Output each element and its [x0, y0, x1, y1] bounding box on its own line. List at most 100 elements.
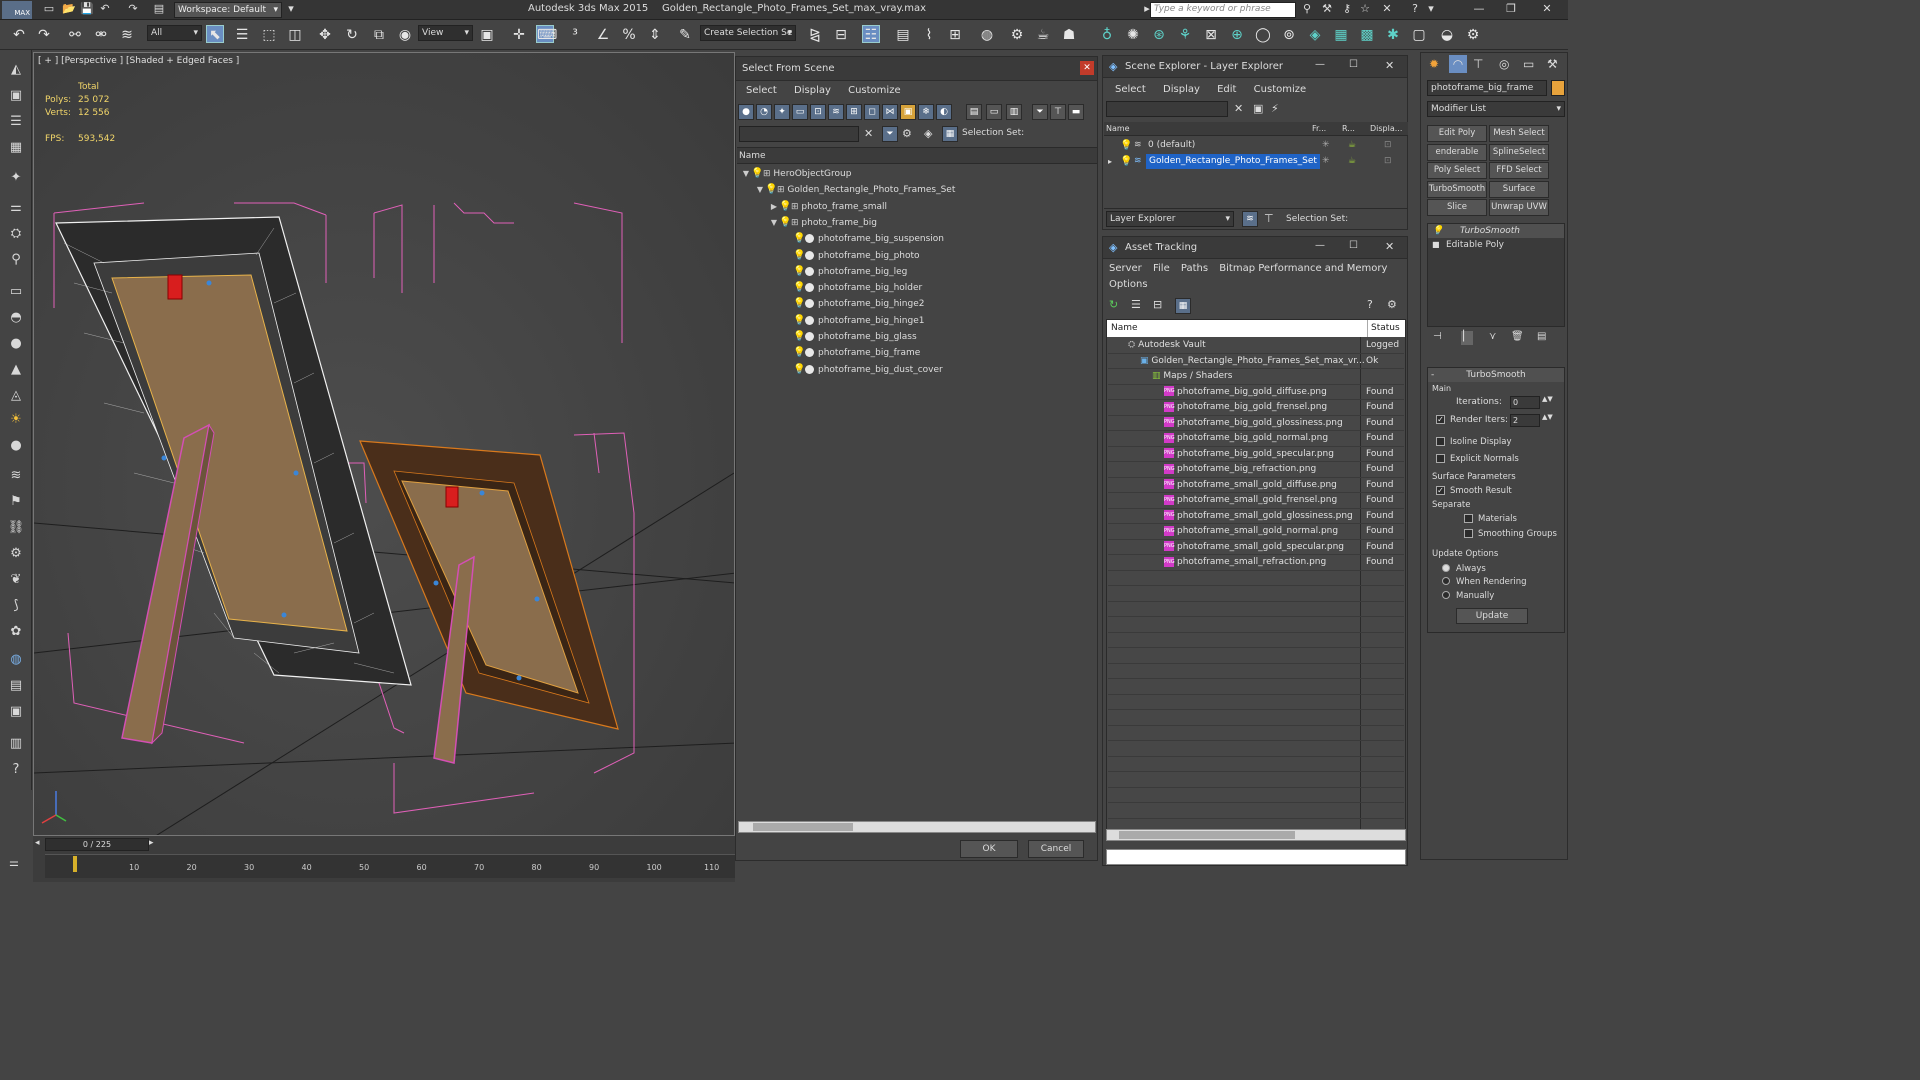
close-icon[interactable]: ✕ [1540, 2, 1554, 16]
hemisphere-icon[interactable]: ◓ [5, 308, 27, 328]
light-bulb-icon[interactable]: ♁ [1098, 26, 1116, 44]
horizontal-scrollbar[interactable] [738, 821, 1096, 833]
asset-row[interactable]: PNG photoframe_big_gold_frensel.png Found [1108, 400, 1404, 416]
chevron-down-icon[interactable]: ▼ [769, 215, 779, 231]
layer-visibility-icon[interactable]: 💡 [1120, 154, 1132, 169]
vray-mesh-icon[interactable]: ⊕ [1228, 26, 1246, 44]
modifier-button[interactable]: Poly Select [1427, 162, 1487, 180]
funnel-icon[interactable]: ⏷ [1032, 104, 1048, 120]
shell-icon[interactable]: ✿ [5, 622, 27, 642]
at-menu-bitmap[interactable]: Bitmap Performance and Memory [1219, 263, 1387, 274]
at-help-icon[interactable]: ? [1367, 298, 1373, 311]
at-minimize-icon[interactable]: — [1315, 240, 1325, 251]
tree-row[interactable]: 💡 photoframe_big_glass [737, 329, 1097, 345]
motion-tab-icon[interactable]: ◎ [1499, 57, 1509, 71]
filter-groups-icon[interactable]: ⊞ [846, 104, 862, 120]
modifier-button[interactable]: TurboSmooth [1427, 180, 1487, 198]
tools-icon[interactable]: ⚒ [1320, 2, 1334, 16]
update-button[interactable]: Update [1456, 608, 1528, 624]
visibility-bulb-icon[interactable]: 💡 [793, 280, 805, 296]
plane-icon[interactable]: ▭ [5, 282, 27, 302]
chevron-down-icon[interactable]: ▼ [755, 182, 765, 198]
key-icon[interactable]: ⚷ [1340, 2, 1354, 16]
col-status[interactable]: Status [1367, 320, 1400, 337]
restore-icon[interactable]: ❐ [1504, 2, 1518, 16]
at-menu-server[interactable]: Server [1109, 263, 1142, 274]
undo-icon[interactable]: ↶ [10, 26, 28, 44]
percent-snap-icon[interactable]: % [620, 26, 638, 44]
tree-row[interactable]: 💡 photoframe_big_suspension [737, 231, 1097, 247]
time-prev-icon[interactable]: ◂ [35, 838, 40, 848]
filter-toggle-icon[interactable]: ⏷ [882, 126, 898, 142]
cancel-button[interactable]: Cancel [1028, 840, 1084, 858]
vray-proxy-icon[interactable]: ⊠ [1202, 26, 1220, 44]
visibility-bulb-icon[interactable]: 💡 [793, 296, 805, 312]
move-icon[interactable]: ✥ [316, 26, 334, 44]
stack-item-editable-poly[interactable]: ■ Editable Poly [1428, 238, 1564, 252]
tree-row[interactable]: 💡 photoframe_big_leg [737, 264, 1097, 280]
selection-filter-select[interactable]: All [147, 25, 202, 41]
unlink-icon[interactable]: ⚮ [92, 26, 110, 44]
flow-icon[interactable]: ⛓ [5, 518, 27, 538]
render-iters-spin-icon[interactable]: ▲▼ [1542, 413, 1553, 421]
list-icon[interactable]: ☰ [5, 112, 27, 132]
pin-stack-icon[interactable]: ⊣ [1433, 331, 1442, 342]
tree-row[interactable]: ▼ 💡⊞ HeroObjectGroup [737, 166, 1097, 182]
time-next-icon[interactable]: ▸ [149, 838, 154, 848]
globe-icon[interactable]: ◍ [5, 650, 27, 670]
schematic-view-icon[interactable]: ⊞ [946, 26, 964, 44]
show-end-result-icon[interactable]: ▏ [1461, 331, 1473, 345]
hierarchy-filter-icon[interactable]: ⊤ [1050, 104, 1066, 120]
binoculars-icon[interactable]: ⚲ [1300, 2, 1314, 16]
pivot-center-icon[interactable]: ▣ [478, 26, 496, 44]
modifier-button[interactable]: Mesh Select [1489, 125, 1549, 142]
clipboard-icon[interactable]: ▥ [5, 734, 27, 754]
modifier-list-select[interactable]: Modifier List [1427, 101, 1565, 117]
cloth-icon[interactable]: ⚑ [5, 492, 27, 512]
display-box-icon[interactable]: ⊡ [1384, 138, 1392, 153]
visibility-bulb-icon[interactable]: 💡 [779, 199, 791, 215]
physx-icon[interactable]: ⚙ [5, 544, 27, 564]
layer-manager-icon[interactable]: ☷ [862, 25, 880, 43]
se-col-name[interactable]: Name [1106, 122, 1130, 136]
save-icon[interactable]: 💾 [80, 2, 94, 16]
sphere-icon[interactable]: ● [5, 334, 27, 354]
vray-sphere-icon[interactable]: ◯ [1254, 26, 1272, 44]
visibility-bulb-icon[interactable]: 💡 [793, 362, 805, 378]
tree-row[interactable]: 💡 photoframe_big_photo [737, 248, 1097, 264]
at-settings-icon[interactable]: ⚙ [1387, 298, 1397, 311]
asset-row[interactable]: PNG photoframe_big_gold_specular.png Found [1108, 447, 1404, 462]
iterations-spin-icon[interactable]: ▲▼ [1542, 395, 1553, 403]
always-radio[interactable] [1442, 563, 1454, 574]
asset-row[interactable]: PNG photoframe_small_gold_frensel.png Foun… [1108, 493, 1404, 509]
se-menu-select[interactable]: Select [1115, 84, 1146, 95]
light-icon[interactable]: ✦ [5, 168, 27, 188]
filter-bones-icon[interactable]: ⋈ [882, 104, 898, 120]
path-field[interactable] [1106, 849, 1406, 865]
filter-lights-icon[interactable]: ✦ [774, 104, 790, 120]
rollout-collapse-icon[interactable]: - [1431, 368, 1434, 382]
clear-find-icon[interactable]: ✕ [864, 127, 873, 140]
se-find-input[interactable] [1106, 101, 1228, 117]
layer-explorer-icon[interactable]: ≋ [1242, 211, 1258, 227]
when-rendering-radio[interactable] [1442, 576, 1454, 587]
vray-camera-icon[interactable]: ⊛ [1150, 26, 1168, 44]
se-col-freeze[interactable]: Fr... [1312, 122, 1326, 136]
help-icon[interactable]: ? [1408, 2, 1422, 16]
visibility-bulb-icon[interactable]: 💡 [793, 248, 805, 264]
se-col-display[interactable]: Displa... [1370, 122, 1402, 136]
object-color-swatch[interactable] [1551, 80, 1565, 96]
filter-containers-icon[interactable]: ▣ [900, 104, 916, 120]
list-view-icon[interactable]: ☰ [1131, 298, 1141, 311]
at-menu-options[interactable]: Options [1109, 279, 1148, 290]
bind-spacewarp-icon[interactable]: ≋ [118, 26, 136, 44]
graphite-ribbon-icon[interactable]: ▤ [894, 26, 912, 44]
select-none-icon[interactable]: ▭ [986, 104, 1002, 120]
filter-shapes-icon[interactable]: ◔ [756, 104, 772, 120]
help-dropdown-icon[interactable]: ▾ [1424, 2, 1438, 16]
table-view-icon[interactable]: ▦ [1175, 298, 1191, 314]
find-input[interactable] [739, 126, 859, 142]
place-icon[interactable]: ◉ [396, 26, 414, 44]
chevron-down-icon[interactable]: ▼ [741, 166, 751, 182]
vray-fur-icon[interactable]: ⚘ [1176, 26, 1194, 44]
